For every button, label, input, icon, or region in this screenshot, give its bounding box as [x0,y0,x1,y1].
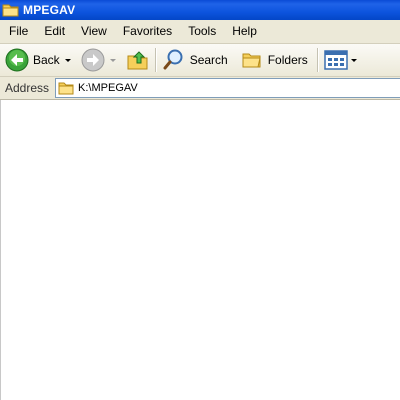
views-icon [323,50,348,70]
forward-arrow-icon [81,48,105,72]
menu-tools[interactable]: Tools [180,20,224,43]
address-bar: Address K:\MPEGAV [0,77,400,100]
window-title: MPEGAV [23,3,76,17]
toolbar-separator [316,48,319,72]
address-value: K:\MPEGAV [78,82,138,94]
search-label: Search [189,53,228,67]
folder-content-area[interactable] [0,100,400,400]
menu-help[interactable]: Help [224,20,265,43]
back-label: Back [33,53,60,67]
folders-icon [242,53,261,68]
toolbar-separator [154,48,157,72]
search-icon [163,49,183,70]
views-dropdown-icon[interactable] [350,58,357,62]
up-folder-button[interactable] [126,46,150,74]
folder-icon [2,4,19,17]
menu-file[interactable]: File [0,20,36,43]
forward-button[interactable] [81,46,105,74]
menu-edit[interactable]: Edit [36,20,73,43]
back-dropdown-icon[interactable] [64,58,71,62]
forward-dropdown-icon[interactable] [109,58,116,62]
views-button[interactable] [323,46,357,74]
folders-button[interactable]: Folders [240,46,308,74]
up-folder-icon [127,51,148,70]
back-arrow-icon [5,48,29,72]
back-button[interactable]: Back [5,46,60,74]
search-button[interactable]: Search [162,46,228,74]
title-bar[interactable]: MPEGAV [0,0,400,20]
menu-view[interactable]: View [73,20,115,43]
menu-bar: File Edit View Favorites Tools Help [0,20,400,44]
folder-icon [58,82,74,95]
folders-label: Folders [267,53,308,67]
menu-favorites[interactable]: Favorites [115,20,180,43]
address-label: Address [5,81,50,95]
toolbar: Back Search Folders [0,44,400,77]
address-input[interactable]: K:\MPEGAV [55,78,400,98]
